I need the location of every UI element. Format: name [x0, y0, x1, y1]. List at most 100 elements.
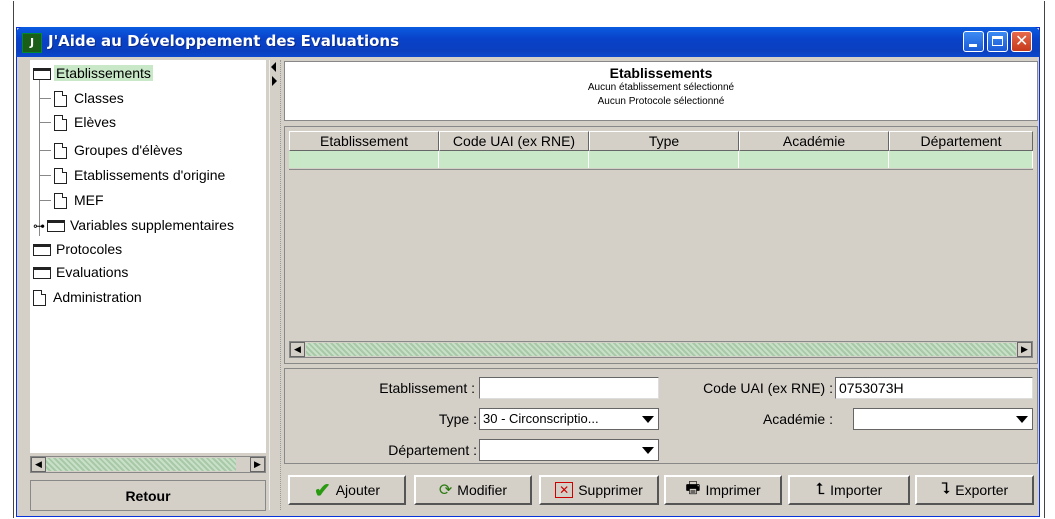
table-cell[interactable] [439, 151, 589, 168]
scroll-right-icon[interactable]: ▶ [1017, 342, 1032, 357]
etablissement-form: Etablissement : Code UAI (ex RNE) : 0753… [284, 368, 1038, 464]
tree-item-label: Etablissements [54, 65, 153, 81]
academie-label: Académie : [762, 411, 833, 427]
document-icon [33, 290, 46, 307]
code-uai-label: Code UAI (ex RNE) : [703, 380, 833, 396]
tree-item-eleves[interactable]: Elèves [54, 112, 118, 132]
chevron-down-icon [642, 447, 654, 454]
scroll-thumb[interactable] [306, 343, 1016, 356]
close-button[interactable]: ✕ [1011, 31, 1032, 52]
modifier-label: Modifier [457, 482, 508, 498]
scroll-left-icon[interactable]: ◀ [31, 457, 46, 472]
tree-line [39, 150, 51, 151]
exporter-button[interactable]: ⮧ Exporter [915, 475, 1034, 505]
column-header-departement[interactable]: Département [889, 131, 1033, 151]
scroll-thumb[interactable] [46, 458, 236, 471]
title-bar[interactable]: J J'Aide au Développement des Evaluation… [16, 27, 1040, 57]
table-row[interactable] [289, 151, 1033, 168]
imprimer-button[interactable]: 🖶 Imprimer [664, 475, 782, 505]
column-header-etablissement[interactable]: Etablissement [289, 131, 439, 151]
action-bar: ✔ Ajouter ⟳ Modifier ✕ Supprimer 🖶 Imprimer … [284, 470, 1038, 512]
tree-item-administration[interactable]: Administration [33, 287, 144, 307]
header-etablissement-status: Aucun établissement sélectionné [587, 82, 735, 93]
checkmark-icon: ✔ [313, 479, 331, 502]
tree-item-label: Etablissements d'origine [74, 167, 226, 183]
tree-line [39, 122, 51, 123]
scroll-left-icon[interactable]: ◀ [290, 342, 305, 357]
etablissement-input[interactable] [479, 377, 659, 399]
column-header-code-uai[interactable]: Code UAI (ex RNE) [439, 131, 589, 151]
minimize-button[interactable] [963, 31, 984, 52]
column-header-academie[interactable]: Académie [739, 131, 889, 151]
supprimer-button[interactable]: ✕ Supprimer [539, 475, 659, 505]
tree-item-classes[interactable]: Classes [54, 88, 126, 108]
table-cell[interactable] [289, 151, 439, 168]
table-horizontal-scrollbar[interactable]: ◀ ▶ [289, 341, 1033, 358]
split-pane-divider[interactable] [269, 60, 281, 510]
modifier-button[interactable]: ⟳ Modifier [414, 475, 532, 505]
minimize-icon [969, 44, 977, 47]
tree-item-etablissements[interactable]: Etablissements [33, 63, 153, 83]
tree-item-variables[interactable]: ⊶ Variables supplementaires [33, 215, 236, 235]
refresh-edit-icon: ⟳ [438, 482, 453, 499]
ajouter-button[interactable]: ✔ Ajouter [288, 475, 406, 505]
import-icon: ⮤ [815, 481, 826, 498]
folder-icon [33, 267, 51, 280]
type-select-value: 30 - Circonscriptio... [483, 411, 599, 426]
document-icon [54, 143, 67, 160]
tree-item-label: Administration [53, 289, 142, 305]
tree-item-label: Protocoles [56, 241, 123, 257]
table-cell[interactable] [889, 151, 1033, 168]
app-icon: J [22, 33, 42, 53]
tree-line [39, 175, 51, 176]
collapse-left-icon[interactable] [271, 62, 276, 72]
departement-label: Département : [388, 442, 477, 458]
code-uai-input[interactable]: 0753073H [835, 377, 1033, 399]
window-title: J'Aide au Développement des Evaluations [48, 32, 399, 50]
document-icon [54, 115, 67, 132]
departement-select[interactable] [479, 439, 659, 461]
tree-item-etablissements-origine[interactable]: Etablissements d'origine [54, 165, 227, 185]
close-icon: ✕ [1015, 31, 1029, 50]
academie-select[interactable] [853, 408, 1033, 430]
split-collapse-arrows[interactable] [268, 60, 278, 90]
tree-item-label: MEF [74, 192, 104, 208]
tree-item-label: Groupes d'élèves [74, 142, 183, 158]
document-icon [54, 193, 67, 210]
column-header-type[interactable]: Type [589, 131, 739, 151]
document-icon [54, 91, 67, 108]
header-title: Etablissements [609, 65, 713, 81]
tree-line [39, 200, 51, 201]
chevron-down-icon [1016, 416, 1028, 423]
tree-item-label: Variables supplementaires [70, 217, 234, 233]
row-divider [289, 169, 1033, 170]
delete-icon: ✕ [555, 482, 574, 498]
exporter-label: Exporter [955, 482, 1009, 498]
maximize-button[interactable] [987, 31, 1008, 52]
tree-item-label: Elèves [74, 114, 117, 130]
table-cell[interactable] [589, 151, 739, 168]
table-header: Etablissement Code UAI (ex RNE) Type Aca… [289, 131, 1033, 151]
tree-item-mef[interactable]: MEF [54, 190, 106, 210]
etablissement-label: Etablissement : [379, 380, 475, 396]
folder-icon [33, 68, 51, 81]
scroll-right-icon[interactable]: ▶ [250, 457, 265, 472]
tree-line [39, 76, 40, 236]
retour-button[interactable]: Retour [30, 480, 266, 511]
importer-label: Importer [830, 482, 883, 498]
tree-item-protocoles[interactable]: Protocoles [33, 239, 124, 259]
table-cell[interactable] [739, 151, 889, 168]
imprimer-label: Imprimer [705, 482, 761, 498]
document-icon [54, 168, 67, 185]
tree-item-groupes[interactable]: Groupes d'élèves [54, 140, 185, 160]
importer-button[interactable]: ⮤ Importer [788, 475, 910, 505]
etablissements-table: Etablissement Code UAI (ex RNE) Type Aca… [284, 126, 1038, 364]
folder-icon [33, 244, 51, 257]
chevron-down-icon [642, 416, 654, 423]
collapse-right-icon[interactable] [272, 76, 277, 86]
tree-item-label: Classes [74, 90, 124, 106]
tree-item-evaluations[interactable]: Evaluations [33, 262, 130, 282]
tree-horizontal-scrollbar[interactable]: ◀ ▶ [30, 456, 266, 473]
type-label: Type : [438, 411, 477, 427]
type-select[interactable]: 30 - Circonscriptio... [479, 408, 659, 430]
